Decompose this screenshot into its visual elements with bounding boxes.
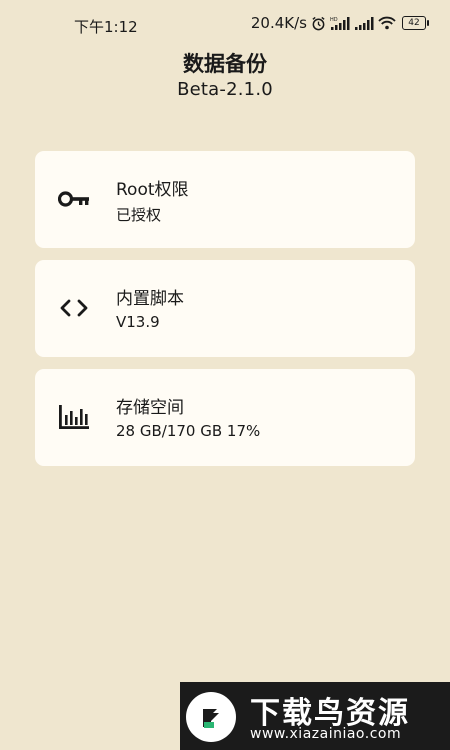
card-subtitle: 已授权 xyxy=(116,206,162,224)
card-title: 存储空间 xyxy=(116,398,184,418)
card-title: Root权限 xyxy=(116,180,189,200)
svg-text:HD: HD xyxy=(330,17,338,23)
app-version: Beta-2.1.0 xyxy=(177,79,273,100)
battery-icon: 42 xyxy=(402,16,429,30)
watermark-url: www.xiazainiao.com xyxy=(250,726,402,742)
hd-signal-icon: HD xyxy=(330,16,350,31)
status-bar: 下午1:12 20.4K/s HD 42 xyxy=(0,0,450,50)
storage-card[interactable]: 存储空间 28 GB/170 GB 17% xyxy=(35,369,415,466)
root-permission-card[interactable]: Root权限 已授权 xyxy=(35,151,415,248)
watermark: 下载鸟资源 www.xiazainiao.com xyxy=(180,682,450,750)
card-title: 内置脚本 xyxy=(116,289,184,309)
status-right: 20.4K/s HD 42 xyxy=(250,14,429,32)
builtin-script-card[interactable]: 内置脚本 V13.9 xyxy=(35,260,415,357)
card-subtitle: 28 GB/170 GB 17% xyxy=(116,422,261,440)
key-icon xyxy=(57,184,91,214)
status-time: 下午1:12 xyxy=(74,18,138,36)
network-speed: 20.4K/s xyxy=(250,14,307,32)
page-title: 数据备份 xyxy=(183,52,267,76)
code-icon xyxy=(57,293,91,323)
alarm-icon xyxy=(311,16,326,31)
bird-logo-icon xyxy=(186,692,236,742)
card-subtitle: V13.9 xyxy=(116,313,160,331)
wifi-icon xyxy=(378,16,396,30)
bar-chart-icon xyxy=(57,402,91,432)
battery-level: 42 xyxy=(408,18,420,28)
signal-icon xyxy=(354,16,374,31)
